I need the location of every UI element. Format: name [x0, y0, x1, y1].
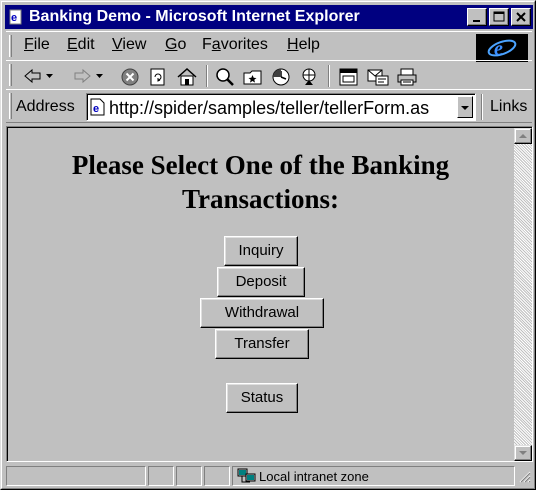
history-button[interactable] [270, 67, 292, 90]
menu-view[interactable]: View [112, 36, 146, 54]
search-button[interactable] [214, 67, 236, 90]
menu-go[interactable]: Go [165, 36, 186, 54]
status-button[interactable]: Status [226, 383, 298, 413]
channels-button[interactable] [298, 67, 320, 90]
status-offline-pane [204, 466, 230, 486]
refresh-icon [150, 68, 165, 86]
withdrawal-button[interactable]: Withdrawal [200, 298, 324, 328]
address-label: Address [16, 98, 75, 115]
title-bar: e Banking Demo - Microsoft Internet Expl… [5, 5, 533, 29]
back-icon [24, 68, 53, 84]
fullscreen-icon [339, 68, 358, 86]
standard-toolbar [6, 60, 532, 90]
address-bar: Address e http://spider/samples/teller/t… [6, 89, 532, 123]
favorites-button[interactable] [242, 67, 264, 90]
menu-help[interactable]: Help [287, 36, 320, 54]
status-zone-text: Local intranet zone [259, 469, 369, 484]
browser-window: e Banking Demo - Microsoft Internet Expl… [0, 0, 536, 490]
menu-file[interactable]: File [24, 36, 50, 54]
scroll-down-icon [519, 451, 527, 455]
channels-icon [302, 68, 316, 85]
address-url: http://spider/samples/teller/tellerForm.… [109, 98, 430, 118]
address-separator [481, 94, 483, 120]
toolbar-separator [328, 65, 330, 87]
ie-throbber-logo: e [476, 34, 528, 62]
mail-button[interactable] [366, 67, 390, 90]
favorites-icon [243, 70, 262, 85]
scroll-up-button[interactable] [514, 128, 532, 144]
forward-button[interactable] [72, 67, 106, 88]
svg-text:e: e [11, 12, 17, 24]
status-progress-pane [148, 466, 174, 486]
status-zone-pane: Local intranet zone [232, 466, 515, 486]
resize-grip-icon [519, 471, 531, 483]
stop-button[interactable] [120, 67, 140, 90]
close-button[interactable] [511, 8, 531, 26]
status-bar: Local intranet zone [6, 464, 533, 488]
resize-grip[interactable] [517, 469, 531, 486]
ie-logo-icon: e [487, 38, 517, 60]
menu-favorites[interactable]: Favorites [202, 36, 268, 54]
toolbar-grip[interactable] [9, 64, 12, 86]
scroll-up-icon [519, 134, 527, 138]
history-icon [272, 68, 290, 86]
maximize-button[interactable] [489, 8, 509, 26]
toolbar-separator [206, 65, 208, 87]
search-icon [216, 68, 234, 86]
menu-grip[interactable] [9, 35, 12, 57]
close-icon [516, 12, 526, 22]
status-security-pane [176, 466, 202, 486]
address-dropdown-button[interactable] [457, 96, 473, 118]
window-title: Banking Demo - Microsoft Internet Explor… [29, 8, 360, 25]
status-message-pane [6, 466, 146, 486]
intranet-zone-icon [237, 468, 257, 487]
print-icon [397, 68, 417, 86]
content-frame: Please Select One of the Banking Transac… [6, 126, 533, 462]
page-heading: Please Select One of the Banking Transac… [71, 150, 450, 214]
mail-icon [367, 69, 389, 86]
stop-icon [121, 68, 139, 86]
menu-edit[interactable]: Edit [67, 36, 95, 54]
minimize-button[interactable] [467, 8, 487, 26]
minimize-icon [473, 20, 480, 22]
scroll-down-button[interactable] [514, 445, 532, 461]
print-button[interactable] [396, 67, 418, 90]
chevron-down-icon [461, 106, 469, 110]
maximize-icon [493, 11, 505, 22]
address-grip[interactable] [9, 93, 12, 119]
forward-icon [74, 68, 103, 84]
links-button[interactable]: Links [490, 98, 527, 116]
page-body: Please Select One of the Banking Transac… [7, 127, 532, 461]
fullscreen-button[interactable] [338, 67, 360, 90]
ie-page-icon: e [8, 9, 24, 25]
page-icon: e [90, 98, 106, 119]
inquiry-button[interactable]: Inquiry [224, 236, 298, 266]
address-input[interactable]: e http://spider/samples/teller/tellerFor… [86, 93, 476, 121]
vertical-scrollbar[interactable] [514, 128, 532, 461]
deposit-button[interactable]: Deposit [217, 267, 305, 297]
home-icon [177, 67, 197, 86]
refresh-button[interactable] [148, 67, 168, 90]
back-button[interactable] [22, 67, 56, 88]
menu-bar: File Edit View Go Favorites Help e [6, 31, 532, 62]
transfer-button[interactable]: Transfer [215, 329, 309, 359]
home-button[interactable] [176, 67, 198, 90]
svg-text:e: e [494, 38, 503, 60]
svg-text:e: e [93, 103, 99, 115]
